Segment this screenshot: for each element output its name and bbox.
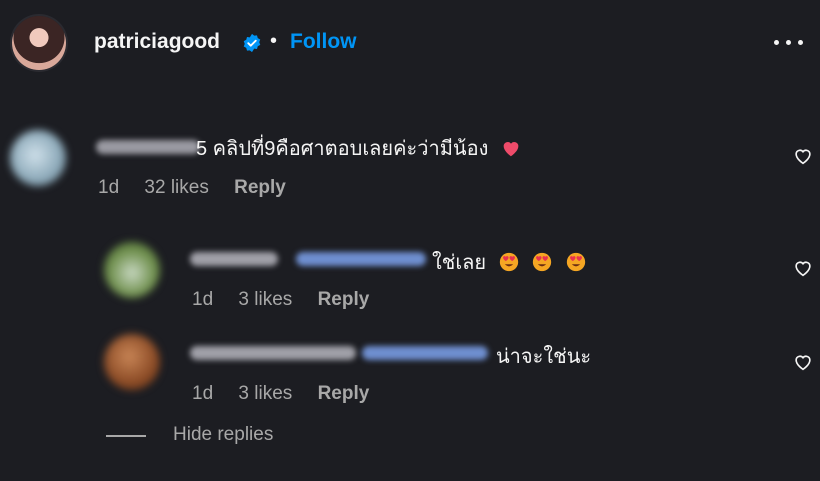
heart-outline-icon[interactable] xyxy=(792,145,814,167)
header-separator: • xyxy=(270,30,278,52)
reply-mention-blurred[interactable] xyxy=(296,252,426,266)
heart-emoji-icon xyxy=(503,142,519,157)
verified-badge-icon xyxy=(243,33,261,53)
profile-avatar[interactable] xyxy=(12,16,66,70)
heart-outline-icon[interactable] xyxy=(792,351,814,373)
reply-mention-blurred[interactable] xyxy=(362,346,488,360)
heart-eyes-emoji-icon xyxy=(533,252,552,272)
reply-text: ใช่เลย xyxy=(432,246,587,278)
heart-eyes-emoji-icon xyxy=(499,252,518,272)
hide-replies-button[interactable]: Hide replies xyxy=(173,424,273,446)
comment: 5 คลิปที่9คือศาตอบเลยค่ะว่ามีน้อง 1d 32 … xyxy=(0,120,820,210)
reply-meta: 1d 3 likes Reply xyxy=(192,289,389,311)
reply-text: น่าจะใช่นะ xyxy=(496,346,592,368)
follow-button[interactable]: Follow xyxy=(290,30,357,54)
reply-username-blurred[interactable] xyxy=(190,252,278,266)
reply-avatar[interactable] xyxy=(104,242,160,298)
reply-likes[interactable]: 3 likes xyxy=(238,383,292,404)
comment-likes[interactable]: 32 likes xyxy=(144,177,208,198)
reply-button[interactable]: Reply xyxy=(318,383,370,404)
reply-avatar[interactable] xyxy=(104,334,160,390)
comment-avatar[interactable] xyxy=(10,130,66,186)
hide-replies-line xyxy=(106,435,146,437)
reply-button[interactable]: Reply xyxy=(234,177,286,198)
profile-username[interactable]: patriciagood xyxy=(94,30,220,54)
more-options-icon[interactable] xyxy=(774,38,804,48)
reply-meta: 1d 3 likes Reply xyxy=(192,383,389,405)
comment-meta: 1d 32 likes Reply xyxy=(98,177,306,199)
heart-eyes-emoji-icon xyxy=(566,252,586,272)
reply-time: 1d xyxy=(192,383,214,404)
reply-text-content: ใช่เลย xyxy=(432,252,487,274)
comment-time: 1d xyxy=(98,177,120,198)
reply-comment: ใช่เลย 1d 3 likes Reply xyxy=(0,232,820,322)
reply-time: 1d xyxy=(192,289,214,310)
reply-button[interactable]: Reply xyxy=(318,289,370,310)
heart-outline-icon[interactable] xyxy=(792,257,814,279)
comment-text-content: 5 คลิปที่9คือศาตอบเลยค่ะว่ามีน้อง xyxy=(196,138,489,160)
reply-username-blurred[interactable] xyxy=(190,346,356,360)
reply-comment: น่าจะใช่นะ 1d 3 likes Reply xyxy=(0,326,820,416)
comment-text: 5 คลิปที่9คือศาตอบเลยค่ะว่ามีน้อง xyxy=(196,132,522,164)
post-header: patriciagood • Follow xyxy=(0,0,820,86)
comment-username-blurred[interactable] xyxy=(96,140,200,154)
reply-likes[interactable]: 3 likes xyxy=(238,289,292,310)
